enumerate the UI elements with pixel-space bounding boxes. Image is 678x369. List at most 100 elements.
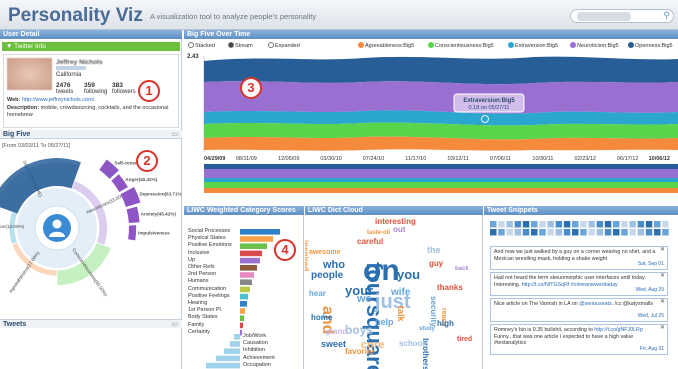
- tweet-timeline-cell[interactable]: [596, 221, 604, 228]
- cloud-word[interactable]: boys: [345, 324, 373, 336]
- tweet-date[interactable]: Wed, Aug 29: [635, 287, 664, 294]
- tweet-timeline-cell[interactable]: [539, 229, 546, 236]
- tweet-timeline-cell[interactable]: [572, 221, 579, 228]
- tweet-timeline-cell[interactable]: [547, 229, 554, 236]
- tweet-link[interactable]: http://t.co/NfTGSqRf #cimeanwwordaday: [522, 282, 618, 288]
- legend-openness[interactable]: Openness:Big5: [628, 42, 673, 49]
- stream-layer-conscientiousness[interactable]: [204, 122, 678, 140]
- cloud-word[interactable]: the: [427, 246, 441, 255]
- cloud-word[interactable]: hear: [309, 290, 326, 298]
- tweet-timeline-cell[interactable]: [645, 221, 653, 228]
- tweet-card[interactable]: And now we just walked by a guy on a cor…: [490, 246, 668, 270]
- tweet-timeline-cell[interactable]: [531, 221, 538, 228]
- tweet-link[interactable]: http://t.co/gNFJ0LRp: [594, 327, 643, 333]
- cloud-word[interactable]: careful: [357, 238, 383, 246]
- legend-neuroticism[interactable]: Neuroticism:Big5: [570, 42, 619, 49]
- liwc-bar[interactable]: [240, 272, 254, 278]
- radio-stacked[interactable]: Stacked: [188, 42, 215, 49]
- tweet-card[interactable]: Had not heard the term skeuomorphic user…: [490, 272, 668, 296]
- tweet-card[interactable]: Nice article on The Varnish in LA on @se…: [490, 298, 668, 322]
- cloud-word[interactable]: you: [397, 268, 420, 281]
- cloud-word[interactable]: taste-oil: [367, 230, 390, 236]
- tweet-timeline-cell[interactable]: [621, 229, 628, 236]
- cloud-word[interactable]: favorite: [345, 348, 374, 356]
- cloud-word[interactable]: sweet: [321, 340, 346, 349]
- liwc-bar-negative[interactable]: [234, 334, 240, 340]
- liwc-category-label[interactable]: Occupation: [243, 362, 275, 369]
- liwc-bar[interactable]: [240, 315, 244, 321]
- tweet-timeline-cell[interactable]: [604, 229, 612, 236]
- legend-agreeableness[interactable]: Agreeableness:Big5: [358, 42, 414, 49]
- expand-icon[interactable]: ▭: [171, 130, 178, 139]
- radio-expanded[interactable]: Expanded: [268, 42, 300, 49]
- cloud-word[interactable]: high: [437, 320, 454, 328]
- tweet-timeline-cell[interactable]: [580, 229, 587, 236]
- tweet-timeline-cell[interactable]: [531, 229, 538, 236]
- search-icon[interactable]: ⚲: [663, 10, 670, 21]
- tweet-timeline-cell[interactable]: [514, 229, 522, 236]
- tweet-timeline-cell[interactable]: [522, 221, 530, 228]
- cloud-word[interactable]: thanks: [437, 284, 463, 292]
- tweet-link[interactable]: @seriouseats: [579, 301, 611, 307]
- tweet-timeline-cell[interactable]: [637, 229, 645, 236]
- tweet-timeline-cell[interactable]: [580, 221, 587, 228]
- liwc-bar[interactable]: [240, 322, 243, 329]
- liwc-bar-negative[interactable]: [216, 355, 240, 362]
- stream-graph[interactable]: 2.43 04/29/09 08/11/09 12/05/09 03/30/10 07/…: [184, 52, 678, 202]
- close-icon[interactable]: ✕: [660, 273, 665, 280]
- hover-point[interactable]: [481, 115, 489, 123]
- cloud-word[interactable]: out: [393, 226, 405, 234]
- stream-layer-openness[interactable]: [204, 56, 678, 85]
- cloud-word[interactable]: school: [399, 340, 425, 348]
- tweet-timeline-cell[interactable]: [522, 229, 530, 236]
- tweet-timeline-cell[interactable]: [596, 229, 604, 236]
- liwc-bar[interactable]: [240, 229, 280, 235]
- tweet-timeline-cell[interactable]: [490, 229, 497, 236]
- tweet-timeline-cell[interactable]: [588, 221, 595, 228]
- expand-icon[interactable]: ▭: [171, 320, 178, 329]
- cloud-word[interactable]: back: [455, 266, 469, 272]
- legend-conscientiousness[interactable]: Conscientiousness:Big5: [428, 42, 494, 49]
- facet-bar[interactable]: [126, 206, 140, 223]
- liwc-bar[interactable]: [240, 293, 248, 300]
- word-cloud[interactable]: interesting taste-oil careful inspired aweso…: [305, 216, 483, 369]
- cloud-word[interactable]: guy: [429, 260, 443, 268]
- cloud-word[interactable]: awesome: [309, 249, 341, 256]
- liwc-category-label[interactable]: Achievement: [243, 355, 275, 362]
- liwc-bar-negative[interactable]: [224, 348, 240, 354]
- tweet-timeline-cell[interactable]: [498, 221, 505, 228]
- tweet-timeline-cell[interactable]: [547, 221, 554, 228]
- tweet-timeline-cell[interactable]: [539, 221, 546, 228]
- liwc-bar[interactable]: [240, 250, 262, 257]
- tweet-timeline-cell[interactable]: [662, 229, 669, 236]
- close-icon[interactable]: ✕: [660, 325, 665, 332]
- tweet-timeline-cell[interactable]: [629, 221, 636, 228]
- tweet-timeline-cell[interactable]: [555, 229, 563, 236]
- tweet-timeline-cell[interactable]: [604, 221, 612, 228]
- profile-handle[interactable]: [56, 66, 86, 70]
- tweet-timeline-cell[interactable]: [498, 229, 505, 236]
- cloud-word[interactable]: talk: [396, 306, 406, 322]
- stream-layer-extraversion[interactable]: [204, 110, 678, 126]
- twitter-info-toggle[interactable]: ▼ Twitter Info: [2, 42, 180, 51]
- search-token[interactable]: [577, 12, 631, 21]
- tweet-card[interactable]: Romney's bio is 0.35 bullshit, according…: [490, 324, 668, 355]
- liwc-category-label[interactable]: Inhibition: [243, 347, 275, 354]
- liwc-bar[interactable]: [240, 265, 257, 271]
- tweet-timeline-cell[interactable]: [654, 221, 661, 228]
- context-strip[interactable]: [204, 164, 678, 193]
- cloud-word[interactable]: people: [311, 271, 343, 281]
- liwc-bar[interactable]: [240, 279, 252, 285]
- cloud-word[interactable]: tired: [457, 336, 472, 343]
- tweet-timeline-cell[interactable]: [563, 221, 571, 228]
- tweet-date[interactable]: Wed, Jul 25: [638, 313, 664, 320]
- cloud-word[interactable]: security: [429, 296, 438, 327]
- tweet-timeline-cell[interactable]: [514, 221, 522, 228]
- liwc-bar[interactable]: [240, 286, 250, 293]
- tweet-timeline-cell[interactable]: [588, 229, 595, 236]
- liwc-bar[interactable]: [240, 236, 273, 242]
- tweet-timeline-cell[interactable]: [506, 229, 513, 236]
- facet-bar[interactable]: [120, 187, 141, 207]
- tweet-timeline-cell[interactable]: [490, 221, 497, 228]
- tweet-timeline-cell[interactable]: [621, 221, 628, 228]
